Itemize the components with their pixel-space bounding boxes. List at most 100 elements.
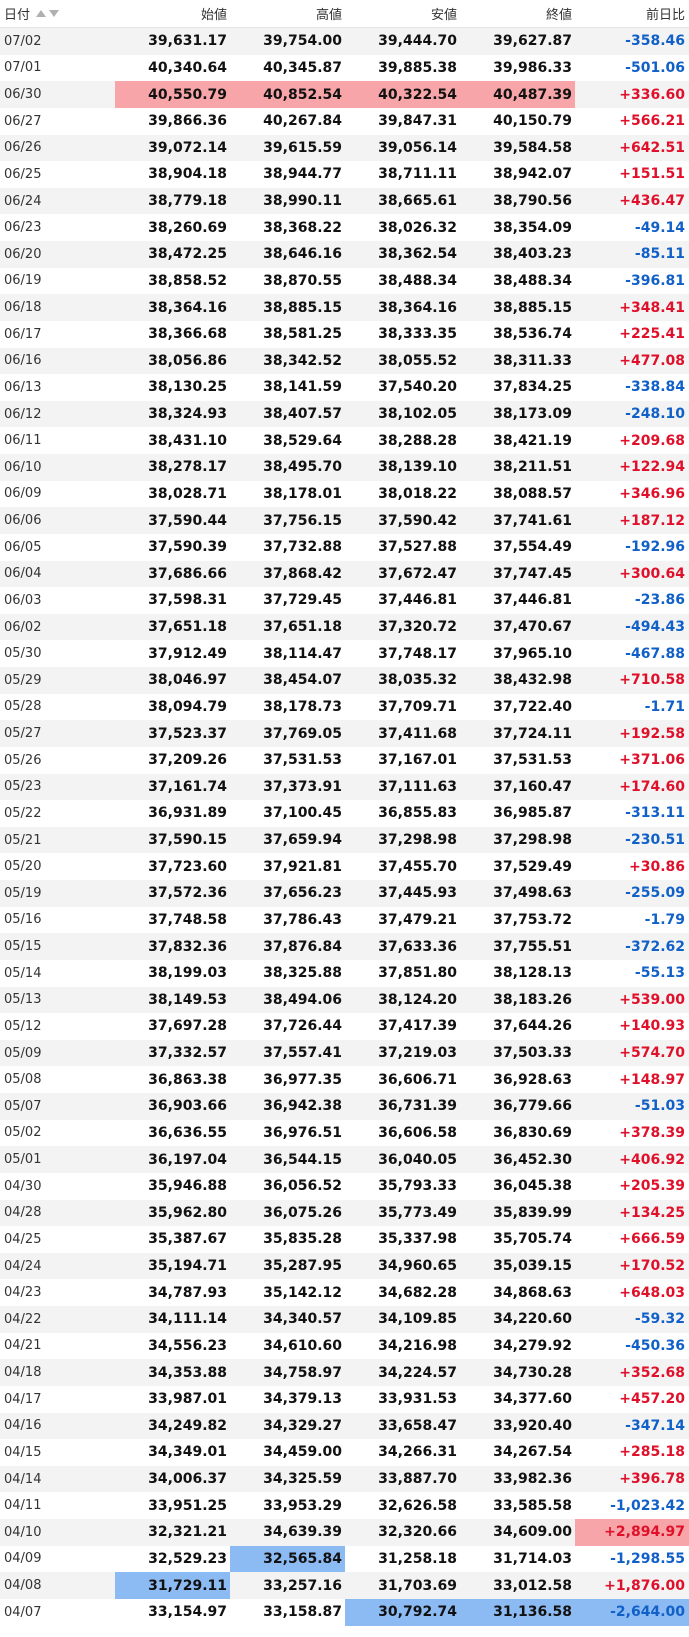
table-row: 06/09 38,028.71 38,178.01 38,018.22 38,088.5…: [0, 481, 689, 508]
cell-change: +30.86: [628, 858, 685, 875]
cell-open: 37,748.58: [148, 911, 227, 928]
cell-open: 37,598.31: [148, 592, 227, 609]
cell-low: 37,748.17: [378, 645, 457, 662]
cell-close: 37,529.49: [493, 858, 572, 875]
cell-low: 38,665.61: [378, 193, 457, 210]
cell-close: 38,403.23: [493, 246, 572, 263]
cell-open: 37,332.57: [148, 1045, 227, 1062]
cell-close: 37,554.49: [493, 539, 572, 556]
cell-high: 33,953.29: [263, 1497, 342, 1514]
table-row: 04/09 32,529.23 32,565.84 31,258.18 31,714.0…: [0, 1545, 689, 1573]
cell-low: 38,124.20: [378, 991, 457, 1008]
column-header-high[interactable]: 高値: [230, 0, 345, 27]
cell-change: -494.43: [625, 619, 685, 636]
cell-low: 37,111.63: [378, 778, 457, 795]
cell-low: 39,444.70: [378, 33, 457, 50]
cell-change: -396.81: [625, 272, 685, 289]
cell-change: +170.52: [619, 1258, 685, 1275]
cell-close: 36,985.87: [493, 805, 572, 822]
cell-high: 38,495.70: [263, 459, 342, 476]
cell-open: 38,431.10: [148, 432, 227, 449]
sort-icon[interactable]: [36, 10, 60, 17]
cell-close: 34,377.60: [493, 1391, 572, 1408]
table-header: 日付 始値 高値 安値 終値 前日比: [0, 0, 689, 28]
cell-low: 36,855.83: [378, 805, 457, 822]
cell-open: 33,951.25: [148, 1497, 227, 1514]
cell-low: 31,703.69: [378, 1577, 457, 1594]
cell-low: 36,606.71: [378, 1071, 457, 1088]
table-row: 06/24 38,779.18 38,990.11 38,665.61 38,790.5…: [0, 187, 689, 215]
cell-open: 38,366.68: [148, 326, 227, 343]
cell-open: 36,197.04: [148, 1151, 227, 1168]
column-header-date[interactable]: 日付: [0, 0, 115, 27]
cell-close: 38,790.56: [493, 193, 572, 210]
cell-open: 38,199.03: [148, 965, 227, 982]
cell-change: -347.14: [625, 1417, 685, 1434]
cell-date: 04/11: [4, 1498, 42, 1514]
cell-low: 34,109.85: [378, 1311, 457, 1328]
table-row: 06/27 39,866.36 40,267.84 39,847.31 40,150.7…: [0, 108, 689, 135]
cell-high: 34,459.00: [263, 1444, 342, 1461]
cell-high: 37,756.15: [263, 512, 342, 529]
cell-open: 38,364.16: [148, 299, 227, 316]
cell-low: 36,731.39: [378, 1098, 457, 1115]
cell-date: 06/04: [4, 566, 42, 582]
column-header-open[interactable]: 始値: [115, 0, 230, 27]
cell-open: 38,028.71: [148, 485, 227, 502]
cell-low: 35,793.33: [378, 1178, 457, 1195]
cell-high: 33,257.16: [263, 1577, 342, 1594]
cell-change: -338.84: [625, 379, 685, 396]
table-row: 05/13 38,149.53 38,494.06 38,124.20 38,183.2…: [0, 986, 689, 1014]
cell-change: -372.62: [625, 938, 685, 955]
cell-change: +642.51: [619, 139, 685, 156]
cell-date: 06/16: [4, 353, 42, 369]
cell-high: 38,454.07: [263, 672, 342, 689]
cell-close: 39,584.58: [493, 139, 572, 156]
sort-descending-icon[interactable]: [49, 10, 60, 17]
cell-change: +566.21: [619, 113, 685, 130]
cell-date: 05/13: [4, 992, 42, 1008]
cell-low: 37,540.20: [378, 379, 457, 396]
sort-ascending-icon[interactable]: [36, 10, 47, 17]
cell-close: 34,868.63: [493, 1284, 572, 1301]
cell-change: -230.51: [625, 832, 685, 849]
cell-high: 36,056.52: [263, 1178, 342, 1195]
cell-open: 32,321.21: [148, 1524, 227, 1541]
cell-low: 38,488.34: [378, 272, 457, 289]
table-row: 06/19 38,858.52 38,870.55 38,488.34 38,488.3…: [0, 268, 689, 295]
cell-close: 33,012.58: [493, 1577, 572, 1594]
cell-low: 34,266.31: [378, 1444, 457, 1461]
column-header-change[interactable]: 前日比: [575, 0, 689, 27]
table-row: 07/01 40,340.64 40,345.87 39,885.38 39,986.3…: [0, 55, 689, 82]
table-row: 05/22 36,931.89 37,100.45 36,855.83 36,985.8…: [0, 800, 689, 827]
column-header-close[interactable]: 終値: [460, 0, 575, 27]
cell-date: 06/17: [4, 326, 42, 342]
cell-low: 38,288.28: [378, 432, 457, 449]
cell-date: 05/14: [4, 965, 42, 981]
cell-change: +174.60: [619, 778, 685, 795]
table-row: 06/12 38,324.93 38,407.57 38,102.05 38,173.0…: [0, 400, 689, 428]
cell-low: 37,672.47: [378, 565, 457, 582]
cell-change: +225.41: [619, 326, 685, 343]
cell-change: +406.92: [619, 1151, 685, 1168]
cell-close: 39,627.87: [493, 33, 572, 50]
cell-change: +710.58: [619, 672, 685, 689]
cell-open: 40,550.79: [115, 81, 230, 108]
cell-low: 35,773.49: [378, 1204, 457, 1221]
cell-high: 40,345.87: [263, 59, 342, 76]
cell-open: 36,636.55: [148, 1124, 227, 1141]
cell-change: +151.51: [619, 166, 685, 183]
cell-low: 38,362.54: [378, 246, 457, 263]
cell-open: 35,962.80: [148, 1204, 227, 1221]
cell-open: 37,209.26: [148, 752, 227, 769]
cell-change: -1,298.55: [610, 1550, 685, 1567]
cell-low: 37,590.42: [378, 512, 457, 529]
cell-low: 32,626.58: [378, 1497, 457, 1514]
cell-date: 05/01: [4, 1152, 42, 1168]
column-header-low[interactable]: 安値: [345, 0, 460, 27]
cell-close: 34,220.60: [493, 1311, 572, 1328]
cell-high: 34,329.27: [263, 1417, 342, 1434]
cell-date: 04/15: [4, 1444, 42, 1460]
cell-high: 38,407.57: [263, 406, 342, 423]
cell-date: 06/20: [4, 246, 42, 262]
